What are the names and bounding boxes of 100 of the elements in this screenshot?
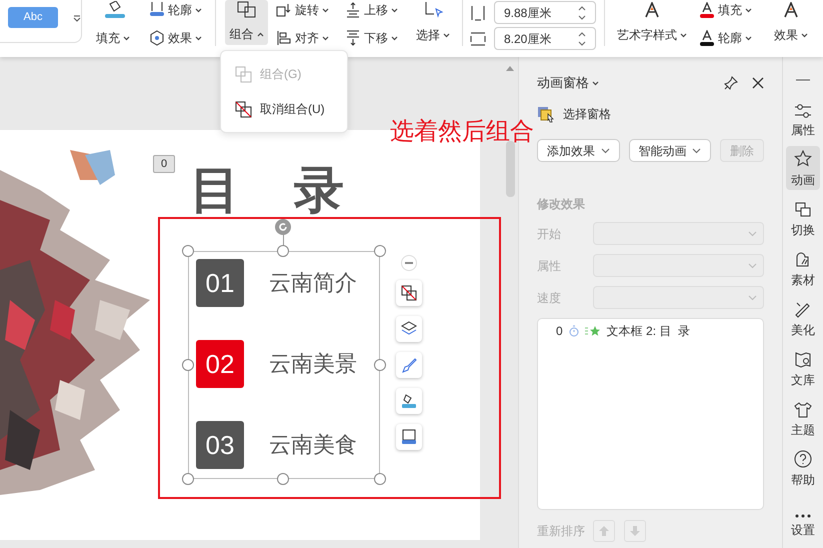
rotate-button[interactable]: 旋转 — [276, 1, 342, 19]
paint-bucket-icon — [401, 393, 417, 409]
help-icon — [794, 450, 812, 468]
outline-button[interactable] — [396, 424, 422, 450]
resize-handle[interactable] — [182, 359, 194, 371]
sidebar-tab[interactable]: 帮助 — [786, 446, 820, 490]
send-backward-button[interactable]: 下移 — [345, 29, 413, 47]
text-outline-icon — [699, 30, 715, 46]
style-brush-button[interactable] — [396, 352, 422, 378]
caret-icon — [592, 80, 599, 86]
bring-forward-button[interactable]: 上移 — [345, 1, 413, 19]
caret-icon — [195, 36, 202, 40]
pane-dropdown-button[interactable]: 添加效果 — [537, 139, 620, 162]
resize-handle[interactable] — [374, 245, 386, 257]
text-fill-button[interactable]: 填充 — [699, 1, 763, 19]
caret-icon — [123, 36, 130, 40]
layers-icon — [401, 321, 417, 337]
align-button[interactable]: 对齐 — [276, 29, 342, 47]
chevron-icon — [748, 262, 757, 268]
scroll-up-icon[interactable] — [506, 65, 514, 71]
caret-icon — [391, 8, 398, 12]
caret-icon — [391, 36, 398, 40]
more-icon — [795, 514, 811, 518]
chevron-icon — [600, 148, 610, 154]
spinner-icon[interactable] — [578, 4, 586, 20]
sidebar-tab[interactable]: 切换 — [786, 196, 820, 240]
sidebar-tab[interactable]: 主题 — [786, 396, 820, 440]
rotate-icon — [276, 2, 292, 18]
cube-icon — [149, 30, 165, 46]
fill-button[interactable]: 填充 — [93, 29, 130, 47]
field-label: 开始 — [537, 226, 562, 242]
animation-item[interactable]: 文本框 2: 目 录 — [606, 322, 690, 340]
reorder-label: 重新排序 — [537, 522, 585, 540]
effect-button[interactable]: 效果 — [149, 29, 213, 47]
border-icon — [401, 429, 417, 445]
align-icon — [276, 30, 292, 46]
width-field[interactable]: 8.20厘米 — [494, 27, 596, 50]
resize-handle[interactable] — [182, 245, 194, 257]
sidebar-tab[interactable]: 动画 — [786, 146, 820, 190]
layer-button[interactable] — [396, 316, 422, 342]
resize-handle[interactable] — [277, 473, 289, 485]
pin-icon[interactable] — [724, 76, 738, 90]
close-icon[interactable] — [752, 77, 764, 89]
text-fill-icon — [699, 2, 715, 18]
slide-title: 目 录 — [190, 161, 344, 220]
caret-icon — [801, 32, 808, 38]
wand-icon — [795, 302, 811, 318]
sidebar-tab[interactable]: 设置 — [786, 496, 820, 540]
caret-icon — [745, 8, 752, 12]
text-outline-button[interactable]: 轮廓 — [699, 29, 763, 47]
height-icon — [470, 4, 486, 20]
resize-handle[interactable] — [374, 359, 386, 371]
minimize-icon[interactable] — [796, 79, 810, 81]
arrow-up-icon — [599, 526, 609, 536]
rotate-handle-icon[interactable] — [275, 219, 291, 235]
group-icon — [236, 1, 258, 19]
annotation-text: 选着然后组合 — [390, 117, 534, 147]
outline-button[interactable]: 轮廓 — [149, 1, 213, 19]
order-number: 0 — [556, 323, 563, 340]
text-effect-button[interactable]: 效果 — [769, 0, 813, 57]
group-button[interactable]: 组合 — [225, 0, 268, 45]
selection-pane-button[interactable]: 选择窗格 — [537, 104, 764, 124]
menu-item[interactable]: 取消组合(U) — [221, 97, 347, 121]
send-backward-icon — [345, 30, 361, 46]
caret-icon — [195, 8, 202, 12]
sidebar-tab[interactable]: 文库 — [786, 346, 820, 390]
height-field[interactable]: 9.88厘米 — [494, 1, 596, 24]
collapse-icon[interactable] — [401, 255, 417, 271]
caret-icon — [322, 8, 329, 12]
fill-button[interactable] — [396, 388, 422, 414]
field-label: 速度 — [537, 290, 562, 306]
pane-title[interactable]: 动画窗格 — [537, 73, 599, 93]
arrow-down-icon — [630, 526, 640, 536]
timer-icon — [568, 325, 579, 337]
resize-handle[interactable] — [182, 473, 194, 485]
sidebar-tab[interactable]: 属性 — [786, 96, 820, 140]
scrollbar-thumb[interactable] — [506, 141, 515, 197]
wordart-style-button[interactable]: 艺术字样式 — [615, 0, 689, 57]
number-tile: 02 — [196, 340, 244, 388]
sidebar-tab[interactable]: 素材 — [786, 246, 820, 290]
more-icon[interactable] — [73, 15, 81, 23]
select-button[interactable]: 选择 — [413, 0, 453, 57]
ungroup-button[interactable] — [396, 280, 422, 306]
agenda-item: 云南美食 — [269, 431, 357, 459]
pane-dropdown-button[interactable]: 智能动画 — [628, 139, 712, 162]
caret-icon — [745, 36, 752, 40]
resize-handle[interactable] — [374, 473, 386, 485]
bring-forward-icon — [345, 2, 361, 18]
sidebar-tab[interactable]: 美化 — [786, 296, 820, 340]
outline-icon — [149, 2, 165, 18]
ungroup-icon — [235, 100, 252, 118]
spinner-icon[interactable] — [578, 30, 586, 46]
section-heading: 修改效果 — [537, 196, 586, 213]
switch-icon — [795, 202, 811, 218]
animation-order-badge: 0 — [153, 155, 175, 173]
caret-icon — [322, 36, 329, 40]
sliders-icon — [794, 104, 812, 118]
resize-handle[interactable] — [277, 245, 289, 257]
paint-bucket-icon[interactable] — [104, 1, 126, 19]
agenda-item: 云南美景 — [269, 350, 357, 378]
